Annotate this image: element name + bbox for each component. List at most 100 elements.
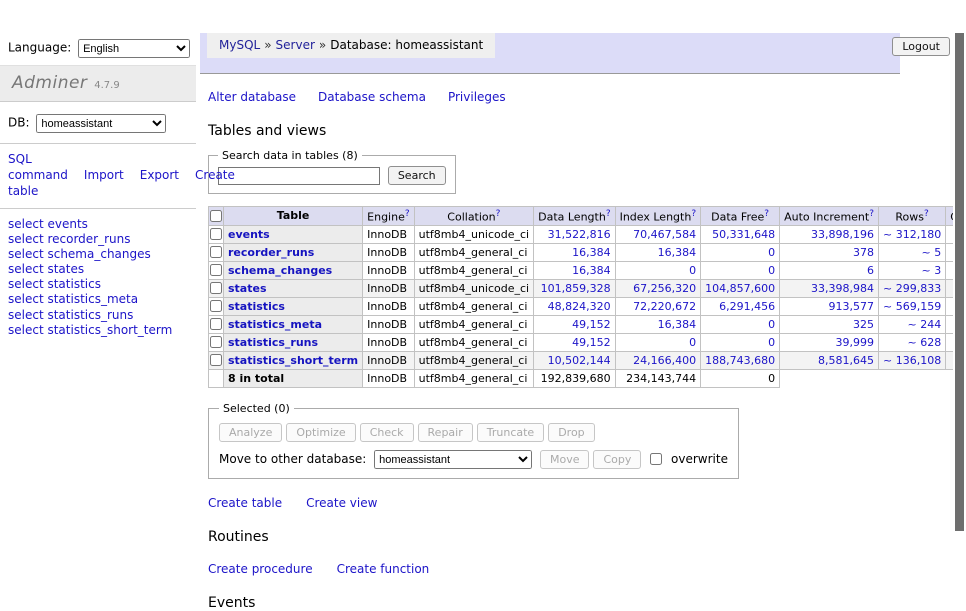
- table-link-states[interactable]: states: [228, 282, 267, 295]
- index-length-link[interactable]: 72,220,672: [633, 300, 696, 313]
- help-icon[interactable]: ?: [606, 209, 611, 219]
- index-length-link[interactable]: 70,467,584: [633, 228, 696, 241]
- row-checkbox[interactable]: [210, 318, 222, 330]
- sidebar-action-export[interactable]: Export: [140, 168, 179, 182]
- select-all-checkbox[interactable]: [210, 210, 222, 222]
- index-length-link[interactable]: 16,384: [658, 246, 697, 259]
- link-privileges[interactable]: Privileges: [448, 90, 506, 104]
- table-link-statistics_runs[interactable]: statistics_runs: [228, 336, 318, 349]
- rows-estimate-link[interactable]: ~ 299,833: [883, 282, 941, 295]
- help-icon[interactable]: ?: [496, 209, 501, 219]
- move-button[interactable]: Move: [540, 450, 590, 469]
- sidebar-item-recorder_runs[interactable]: select recorder_runs: [8, 232, 188, 246]
- help-icon[interactable]: ?: [764, 209, 769, 219]
- table-link-statistics_short_term[interactable]: statistics_short_term: [228, 354, 358, 367]
- data-length-link[interactable]: 48,824,320: [548, 300, 611, 313]
- auto-increment-link[interactable]: 8,581,645: [818, 354, 874, 367]
- sidebar-item-statistics_meta[interactable]: select statistics_meta: [8, 292, 188, 306]
- sidebar-item-statistics_short_term[interactable]: select statistics_short_term: [8, 323, 188, 337]
- index-length-link[interactable]: 0: [689, 264, 696, 277]
- rows-estimate-link[interactable]: ~ 244: [907, 318, 941, 331]
- breadcrumb-link[interactable]: Server: [276, 38, 315, 52]
- auto-increment-link[interactable]: 6: [867, 264, 874, 277]
- rows-estimate-link[interactable]: ~ 3: [921, 264, 941, 277]
- link-create-procedure[interactable]: Create procedure: [208, 562, 313, 576]
- row-checkbox[interactable]: [210, 354, 222, 366]
- data-free-link[interactable]: 0: [768, 318, 775, 331]
- table-link-schema_changes[interactable]: schema_changes: [228, 264, 332, 277]
- link-create-view[interactable]: Create view: [306, 496, 377, 510]
- repair-button[interactable]: Repair: [418, 423, 473, 442]
- data-length-link[interactable]: 31,522,816: [548, 228, 611, 241]
- table-link-recorder_runs[interactable]: recorder_runs: [228, 246, 314, 259]
- rows-estimate-link[interactable]: ~ 628: [907, 336, 941, 349]
- auto-increment-link[interactable]: 325: [853, 318, 874, 331]
- check-button[interactable]: Check: [360, 423, 414, 442]
- data-free-link[interactable]: 0: [768, 336, 775, 349]
- data-free-link[interactable]: 6,291,456: [719, 300, 775, 313]
- sidebar-item-states[interactable]: select states: [8, 262, 188, 276]
- data-free-link[interactable]: 0: [768, 264, 775, 277]
- data-free-link[interactable]: 188,743,680: [705, 354, 775, 367]
- link-database-schema[interactable]: Database schema: [318, 90, 426, 104]
- data-length-link[interactable]: 16,384: [572, 264, 611, 277]
- index-length-link[interactable]: 16,384: [658, 318, 697, 331]
- sidebar-item-statistics[interactable]: select statistics: [8, 277, 188, 291]
- db-select[interactable]: homeassistant: [36, 114, 166, 133]
- sidebar-item-statistics_runs[interactable]: select statistics_runs: [8, 308, 188, 322]
- index-length-link[interactable]: 67,256,320: [633, 282, 696, 295]
- data-length-link[interactable]: 101,859,328: [541, 282, 611, 295]
- data-free-link[interactable]: 0: [768, 246, 775, 259]
- rows-estimate-link[interactable]: ~ 569,159: [883, 300, 941, 313]
- row-checkbox[interactable]: [210, 246, 222, 258]
- rows-estimate-link[interactable]: ~ 5: [921, 246, 941, 259]
- data-length-link[interactable]: 49,152: [572, 336, 611, 349]
- analyze-button[interactable]: Analyze: [219, 423, 282, 442]
- sidebar-item-schema_changes[interactable]: select schema_changes: [8, 247, 188, 261]
- auto-increment-link[interactable]: 913,577: [829, 300, 875, 313]
- data-length-link[interactable]: 49,152: [572, 318, 611, 331]
- data-length-link[interactable]: 16,384: [572, 246, 611, 259]
- help-icon[interactable]: ?: [869, 209, 874, 219]
- scrollbar-thumb[interactable]: [955, 33, 964, 531]
- sidebar-item-events[interactable]: select events: [8, 217, 188, 231]
- data-free-link[interactable]: 104,857,600: [705, 282, 775, 295]
- breadcrumb-link[interactable]: MySQL: [219, 38, 260, 52]
- index-length-link[interactable]: 24,166,400: [633, 354, 696, 367]
- help-icon[interactable]: ?: [691, 209, 696, 219]
- search-button[interactable]: Search: [388, 166, 446, 185]
- table-link-events[interactable]: events: [228, 228, 270, 241]
- copy-button[interactable]: Copy: [593, 450, 641, 469]
- help-icon[interactable]: ?: [405, 209, 410, 219]
- auto-increment-link[interactable]: 378: [853, 246, 874, 259]
- adminer-logo[interactable]: Adminer: [12, 73, 87, 93]
- data-free-link[interactable]: 50,331,648: [712, 228, 775, 241]
- truncate-button[interactable]: Truncate: [477, 423, 544, 442]
- row-checkbox[interactable]: [210, 264, 222, 276]
- scrollbar-track[interactable]: [953, 33, 966, 576]
- move-db-select[interactable]: homeassistant: [374, 450, 532, 469]
- table-link-statistics[interactable]: statistics: [228, 300, 285, 313]
- auto-increment-link[interactable]: 39,999: [836, 336, 875, 349]
- optimize-button[interactable]: Optimize: [286, 423, 355, 442]
- logout-button[interactable]: Logout: [892, 37, 950, 56]
- sidebar-action-import[interactable]: Import: [84, 168, 124, 182]
- rows-estimate-link[interactable]: ~ 136,108: [883, 354, 941, 367]
- drop-button[interactable]: Drop: [548, 423, 594, 442]
- search-input[interactable]: [218, 167, 380, 185]
- row-checkbox[interactable]: [210, 228, 222, 240]
- auto-increment-link[interactable]: 33,898,196: [811, 228, 874, 241]
- table-link-statistics_meta[interactable]: statistics_meta: [228, 318, 322, 331]
- link-create-function[interactable]: Create function: [337, 562, 430, 576]
- link-alter-database[interactable]: Alter database: [208, 90, 296, 104]
- index-length-link[interactable]: 0: [689, 336, 696, 349]
- row-checkbox[interactable]: [210, 282, 222, 294]
- language-select[interactable]: English: [78, 39, 190, 58]
- sidebar-action-sql-command[interactable]: SQL command: [8, 152, 68, 182]
- overwrite-checkbox[interactable]: [650, 453, 662, 465]
- data-length-link[interactable]: 10,502,144: [548, 354, 611, 367]
- rows-estimate-link[interactable]: ~ 312,180: [883, 228, 941, 241]
- help-icon[interactable]: ?: [924, 209, 929, 219]
- auto-increment-link[interactable]: 33,398,984: [811, 282, 874, 295]
- row-checkbox[interactable]: [210, 300, 222, 312]
